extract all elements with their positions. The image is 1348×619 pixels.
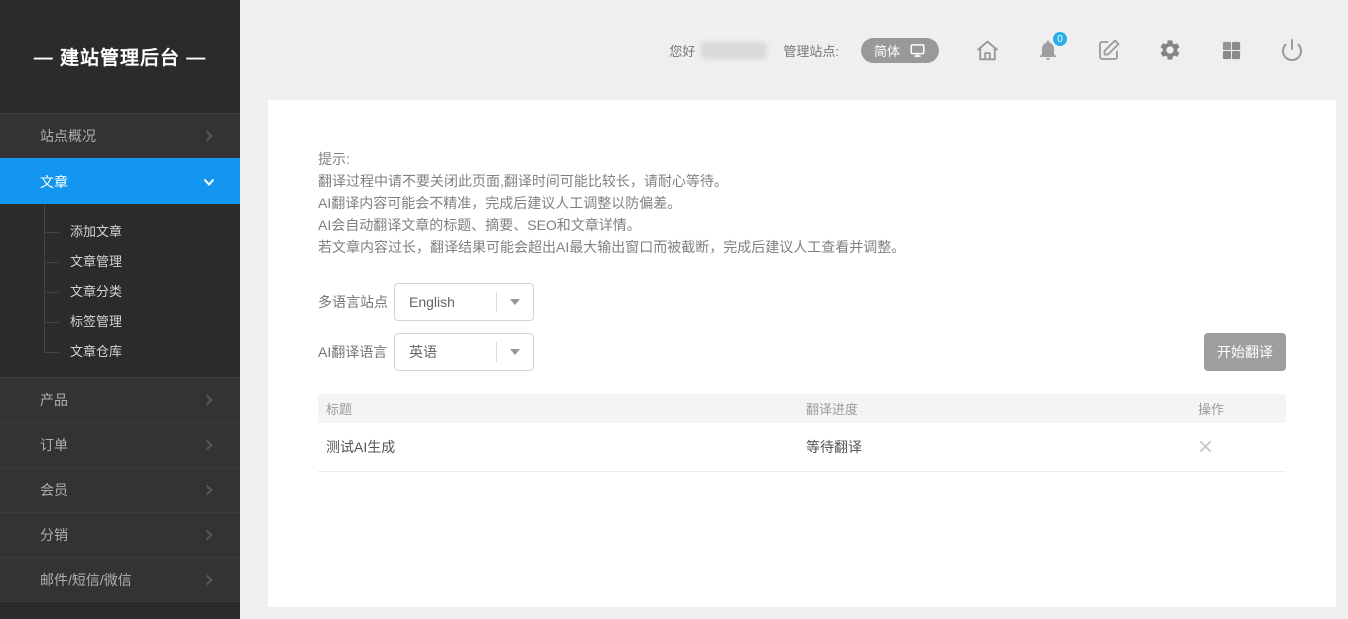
app-logo: — 建站管理后台 — bbox=[0, 0, 240, 113]
sidebar-subitem-article-management[interactable]: 文章管理 bbox=[0, 247, 240, 277]
username-redacted bbox=[701, 42, 767, 59]
site-language-label: 简体 bbox=[874, 41, 900, 60]
sidebar-item-distribution[interactable]: 分销 bbox=[0, 512, 240, 557]
chevron-right-icon bbox=[202, 393, 216, 407]
gear-icon bbox=[1158, 38, 1182, 62]
tips-line: AI会自动翻译文章的标题、摘要、SEO和文章详情。 bbox=[318, 214, 1286, 236]
sidebar-item-label: 分销 bbox=[40, 525, 68, 545]
ai-language-value: 英语 bbox=[409, 342, 437, 362]
ai-language-row: AI翻译语言 英语 开始翻译 bbox=[318, 333, 1286, 371]
translation-form: 多语言站点 English AI翻译语言 英语 开始翻译 bbox=[318, 283, 1286, 371]
sidebar-filler bbox=[0, 602, 240, 619]
settings-button[interactable] bbox=[1157, 37, 1183, 63]
caret-down-icon bbox=[510, 349, 520, 355]
sidebar-item-products[interactable]: 产品 bbox=[0, 377, 240, 422]
column-header-actions: 操作 bbox=[1190, 394, 1286, 423]
table-row: 测试AI生成 等待翻译 bbox=[318, 423, 1286, 471]
table-header-row: 标题 翻译进度 操作 bbox=[318, 394, 1286, 423]
chevron-right-icon bbox=[202, 129, 216, 143]
sidebar-item-articles[interactable]: 文章 bbox=[0, 158, 240, 204]
sidebar-item-label: 邮件/短信/微信 bbox=[40, 570, 132, 590]
manage-site-label: 管理站点: bbox=[783, 41, 839, 60]
ai-language-select[interactable]: 英语 bbox=[394, 333, 534, 371]
articles-submenu: 添加文章 文章管理 文章分类 标签管理 文章仓库 bbox=[0, 204, 240, 377]
sidebar-item-label: 会员 bbox=[40, 480, 68, 500]
sidebar-item-site-overview[interactable]: 站点概况 bbox=[0, 113, 240, 158]
caret-down-icon bbox=[510, 299, 520, 305]
multilang-site-label: 多语言站点 bbox=[318, 292, 394, 312]
apps-button[interactable] bbox=[1218, 37, 1244, 63]
chevron-down-icon bbox=[202, 175, 216, 189]
edit-button[interactable] bbox=[1096, 37, 1122, 63]
home-button[interactable] bbox=[974, 37, 1000, 63]
content-card: 提示: 翻译过程中请不要关闭此页面,翻译时间可能比较长，请耐心等待。 AI翻译内… bbox=[268, 100, 1336, 607]
tips-title: 提示: bbox=[318, 148, 1286, 170]
cell-translation-progress: 等待翻译 bbox=[798, 423, 1190, 471]
sidebar-subitem-article-warehouse[interactable]: 文章仓库 bbox=[0, 337, 240, 367]
sidebar-item-orders[interactable]: 订单 bbox=[0, 422, 240, 467]
chevron-right-icon bbox=[202, 438, 216, 452]
column-header-title: 标题 bbox=[318, 394, 798, 423]
grid-icon bbox=[1220, 39, 1243, 62]
site-language-pill[interactable]: 简体 bbox=[861, 38, 939, 63]
sidebar-item-email-sms-wechat[interactable]: 邮件/短信/微信 bbox=[0, 557, 240, 602]
edit-icon bbox=[1097, 38, 1121, 62]
multilang-site-select[interactable]: English bbox=[394, 283, 534, 321]
tips-line: 若文章内容过长，翻译结果可能会超出AI最大输出窗口而被截断，完成后建议人工查看并… bbox=[318, 236, 1286, 258]
chevron-right-icon bbox=[202, 528, 216, 542]
cell-article-title: 测试AI生成 bbox=[318, 423, 798, 471]
sidebar-subitem-tag-management[interactable]: 标签管理 bbox=[0, 307, 240, 337]
logout-button[interactable] bbox=[1279, 37, 1305, 63]
sidebar: — 建站管理后台 — 站点概况 文章 添加文章 文章管理 文章分类 标签管理 文… bbox=[0, 0, 240, 619]
sidebar-item-label: 订单 bbox=[40, 435, 68, 455]
home-icon bbox=[975, 38, 1000, 63]
sidebar-subitem-article-categories[interactable]: 文章分类 bbox=[0, 277, 240, 307]
multilang-site-row: 多语言站点 English bbox=[318, 283, 1286, 321]
remove-row-button[interactable] bbox=[1198, 439, 1213, 454]
monitor-icon bbox=[909, 43, 926, 58]
main-area: 您好 管理站点: 简体 0 bbox=[240, 0, 1348, 619]
chevron-right-icon bbox=[202, 483, 216, 497]
tips-line: AI翻译内容可能会不精准，完成后建议人工调整以防偏差。 bbox=[318, 192, 1286, 214]
column-header-progress: 翻译进度 bbox=[798, 394, 1190, 423]
sidebar-item-label: 产品 bbox=[40, 390, 68, 410]
translation-table: 标题 翻译进度 操作 测试AI生成 等待翻译 bbox=[318, 394, 1286, 472]
close-icon bbox=[1198, 439, 1213, 454]
sidebar-item-members[interactable]: 会员 bbox=[0, 467, 240, 512]
power-icon bbox=[1280, 38, 1304, 62]
multilang-site-value: English bbox=[409, 294, 455, 310]
notifications-button[interactable]: 0 bbox=[1035, 37, 1061, 63]
sidebar-subitem-add-article[interactable]: 添加文章 bbox=[0, 217, 240, 247]
tips-block: 提示: 翻译过程中请不要关闭此页面,翻译时间可能比较长，请耐心等待。 AI翻译内… bbox=[318, 148, 1286, 258]
sidebar-item-label: 站点概况 bbox=[40, 126, 96, 146]
notification-badge: 0 bbox=[1052, 31, 1068, 47]
start-translation-button[interactable]: 开始翻译 bbox=[1204, 333, 1286, 371]
greeting-text: 您好 bbox=[669, 41, 695, 60]
chevron-right-icon bbox=[202, 573, 216, 587]
topbar: 您好 管理站点: 简体 0 bbox=[240, 0, 1348, 100]
ai-language-label: AI翻译语言 bbox=[318, 342, 394, 362]
tips-line: 翻译过程中请不要关闭此页面,翻译时间可能比较长，请耐心等待。 bbox=[318, 170, 1286, 192]
sidebar-item-label: 文章 bbox=[40, 172, 68, 192]
